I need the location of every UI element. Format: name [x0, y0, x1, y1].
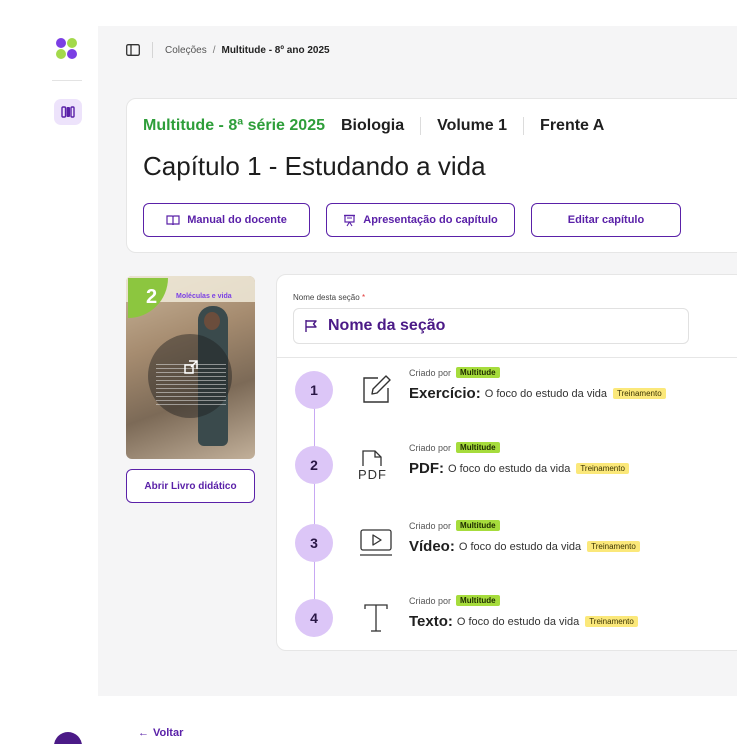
- back-button-label: Voltar: [153, 727, 184, 739]
- item-meta: Criado por Multitude: [409, 520, 500, 531]
- exercise-edit-icon: [357, 371, 395, 409]
- external-link-icon: [184, 360, 198, 374]
- textbook-cover[interactable]: 2 Moléculas e vida: [126, 276, 255, 459]
- breadcrumb: Coleções / Multitude - 8º ano 2025: [126, 42, 330, 58]
- item-name: O foco do estudo da vida: [484, 387, 608, 400]
- status-badge: Treinamento: [585, 616, 638, 627]
- logo[interactable]: [56, 38, 78, 60]
- flag-icon: [305, 320, 317, 332]
- item-meta: Criado por Multitude: [409, 595, 500, 606]
- section-name-label: Nome desta seção *: [293, 293, 366, 302]
- status-badge: Treinamento: [576, 463, 629, 474]
- item-meta: Criado por Multitude: [409, 367, 500, 378]
- step-number: 2: [295, 446, 333, 484]
- text-type-icon: [357, 599, 395, 637]
- step-number: 4: [295, 599, 333, 637]
- user-avatar[interactable]: [54, 732, 82, 744]
- edit-chapter-button-label: Editar capítulo: [567, 214, 645, 226]
- meta-divider: [420, 117, 422, 135]
- item-name: O foco do estudo da vida: [458, 540, 582, 553]
- step-number: 1: [295, 371, 333, 409]
- section-divider: [277, 357, 737, 358]
- manual-button[interactable]: Manual do docente: [143, 203, 310, 237]
- author-badge: Multitude: [456, 595, 500, 606]
- status-badge: Treinamento: [587, 541, 640, 552]
- open-textbook-button[interactable]: Abrir Livro didático: [126, 469, 255, 503]
- main-content: Coleções / Multitude - 8º ano 2025 Multi…: [98, 26, 737, 696]
- section-name-value: Nome da seção: [328, 317, 446, 334]
- subject-name: Biologia: [340, 117, 405, 134]
- list-item[interactable]: 3 Criado por Multitude Vídeo: O foco do …: [295, 520, 735, 584]
- presentation-button[interactable]: Apresentação do capítulo: [326, 203, 515, 237]
- breadcrumb-separator: /: [212, 44, 216, 56]
- item-type: Vídeo:: [409, 538, 455, 555]
- item-name: O foco do estudo da vida: [456, 615, 580, 628]
- cover-title: Moléculas e vida: [176, 293, 232, 300]
- footer-bar: ← Voltar: [98, 696, 737, 744]
- author-badge: Multitude: [456, 442, 500, 453]
- pdf-file-icon: PDF: [357, 446, 395, 484]
- item-name: O foco do estudo da vida: [448, 462, 571, 475]
- edit-chapter-button[interactable]: Editar capítulo: [531, 203, 681, 237]
- chapter-header-card: Multitude - 8ª série 2025 Biologia Volum…: [126, 98, 737, 253]
- step-number: 3: [295, 524, 333, 562]
- left-rail: [0, 0, 98, 744]
- breadcrumb-root[interactable]: Coleções: [165, 45, 207, 56]
- breadcrumb-current: Multitude - 8º ano 2025: [221, 44, 330, 56]
- chapter-actions: Manual do docente Apresentação do capítu…: [143, 203, 681, 237]
- item-type: Texto:: [409, 613, 453, 630]
- breadcrumb-divider: [152, 42, 153, 58]
- status-badge: Treinamento: [613, 388, 666, 399]
- pdf-icon-text: PDF: [358, 467, 387, 482]
- item-title: Texto: O foco do estudo da vida Treiname…: [409, 613, 638, 630]
- arrow-left-icon: ←: [138, 727, 149, 739]
- book-open-icon: [166, 215, 180, 226]
- item-title: PDF: O foco do estudo da vida Treinament…: [409, 460, 629, 477]
- section-card: Nome desta seção * Nome da seção 1 Criad…: [276, 274, 737, 651]
- author-badge: Multitude: [456, 367, 500, 378]
- video-play-icon: [357, 524, 395, 562]
- list-item[interactable]: 4 Criado por Multitude Texto: O foco do …: [295, 595, 735, 650]
- item-meta: Criado por Multitude: [409, 442, 500, 453]
- presentation-button-label: Apresentação do capítulo: [363, 214, 498, 226]
- presentation-board-icon: [344, 214, 356, 226]
- item-type: PDF:: [409, 460, 444, 477]
- rail-collections-button[interactable]: [54, 99, 82, 125]
- books-icon: [61, 106, 75, 118]
- volume-name: Volume 1: [437, 117, 508, 134]
- meta-divider: [523, 117, 525, 135]
- item-type: Exercício:: [409, 385, 481, 402]
- required-mark: *: [361, 293, 366, 302]
- item-title: Exercício: O foco do estudo da vida Trei…: [409, 385, 666, 402]
- sidebar-toggle-icon[interactable]: [126, 44, 140, 56]
- front-name: Frente A: [540, 117, 605, 134]
- item-title: Vídeo: O foco do estudo da vida Treiname…: [409, 538, 640, 555]
- author-badge: Multitude: [456, 520, 500, 531]
- back-button[interactable]: ← Voltar: [138, 727, 183, 739]
- list-item[interactable]: 2 PDF Criado por Multitude PDF: O foco d…: [295, 442, 735, 506]
- cover-chapter-number: 2: [146, 286, 158, 308]
- rail-divider: [52, 80, 82, 81]
- collection-name: Multitude - 8ª série 2025: [143, 117, 325, 134]
- manual-button-label: Manual do docente: [187, 214, 287, 226]
- page-title: Capítulo 1 - Estudando a vida: [143, 151, 486, 181]
- list-item[interactable]: 1 Criado por Multitude Exercício: O foco…: [295, 367, 735, 431]
- chapter-meta: Multitude - 8ª série 2025 Biologia Volum…: [143, 117, 604, 135]
- section-name-input[interactable]: Nome da seção: [293, 308, 689, 344]
